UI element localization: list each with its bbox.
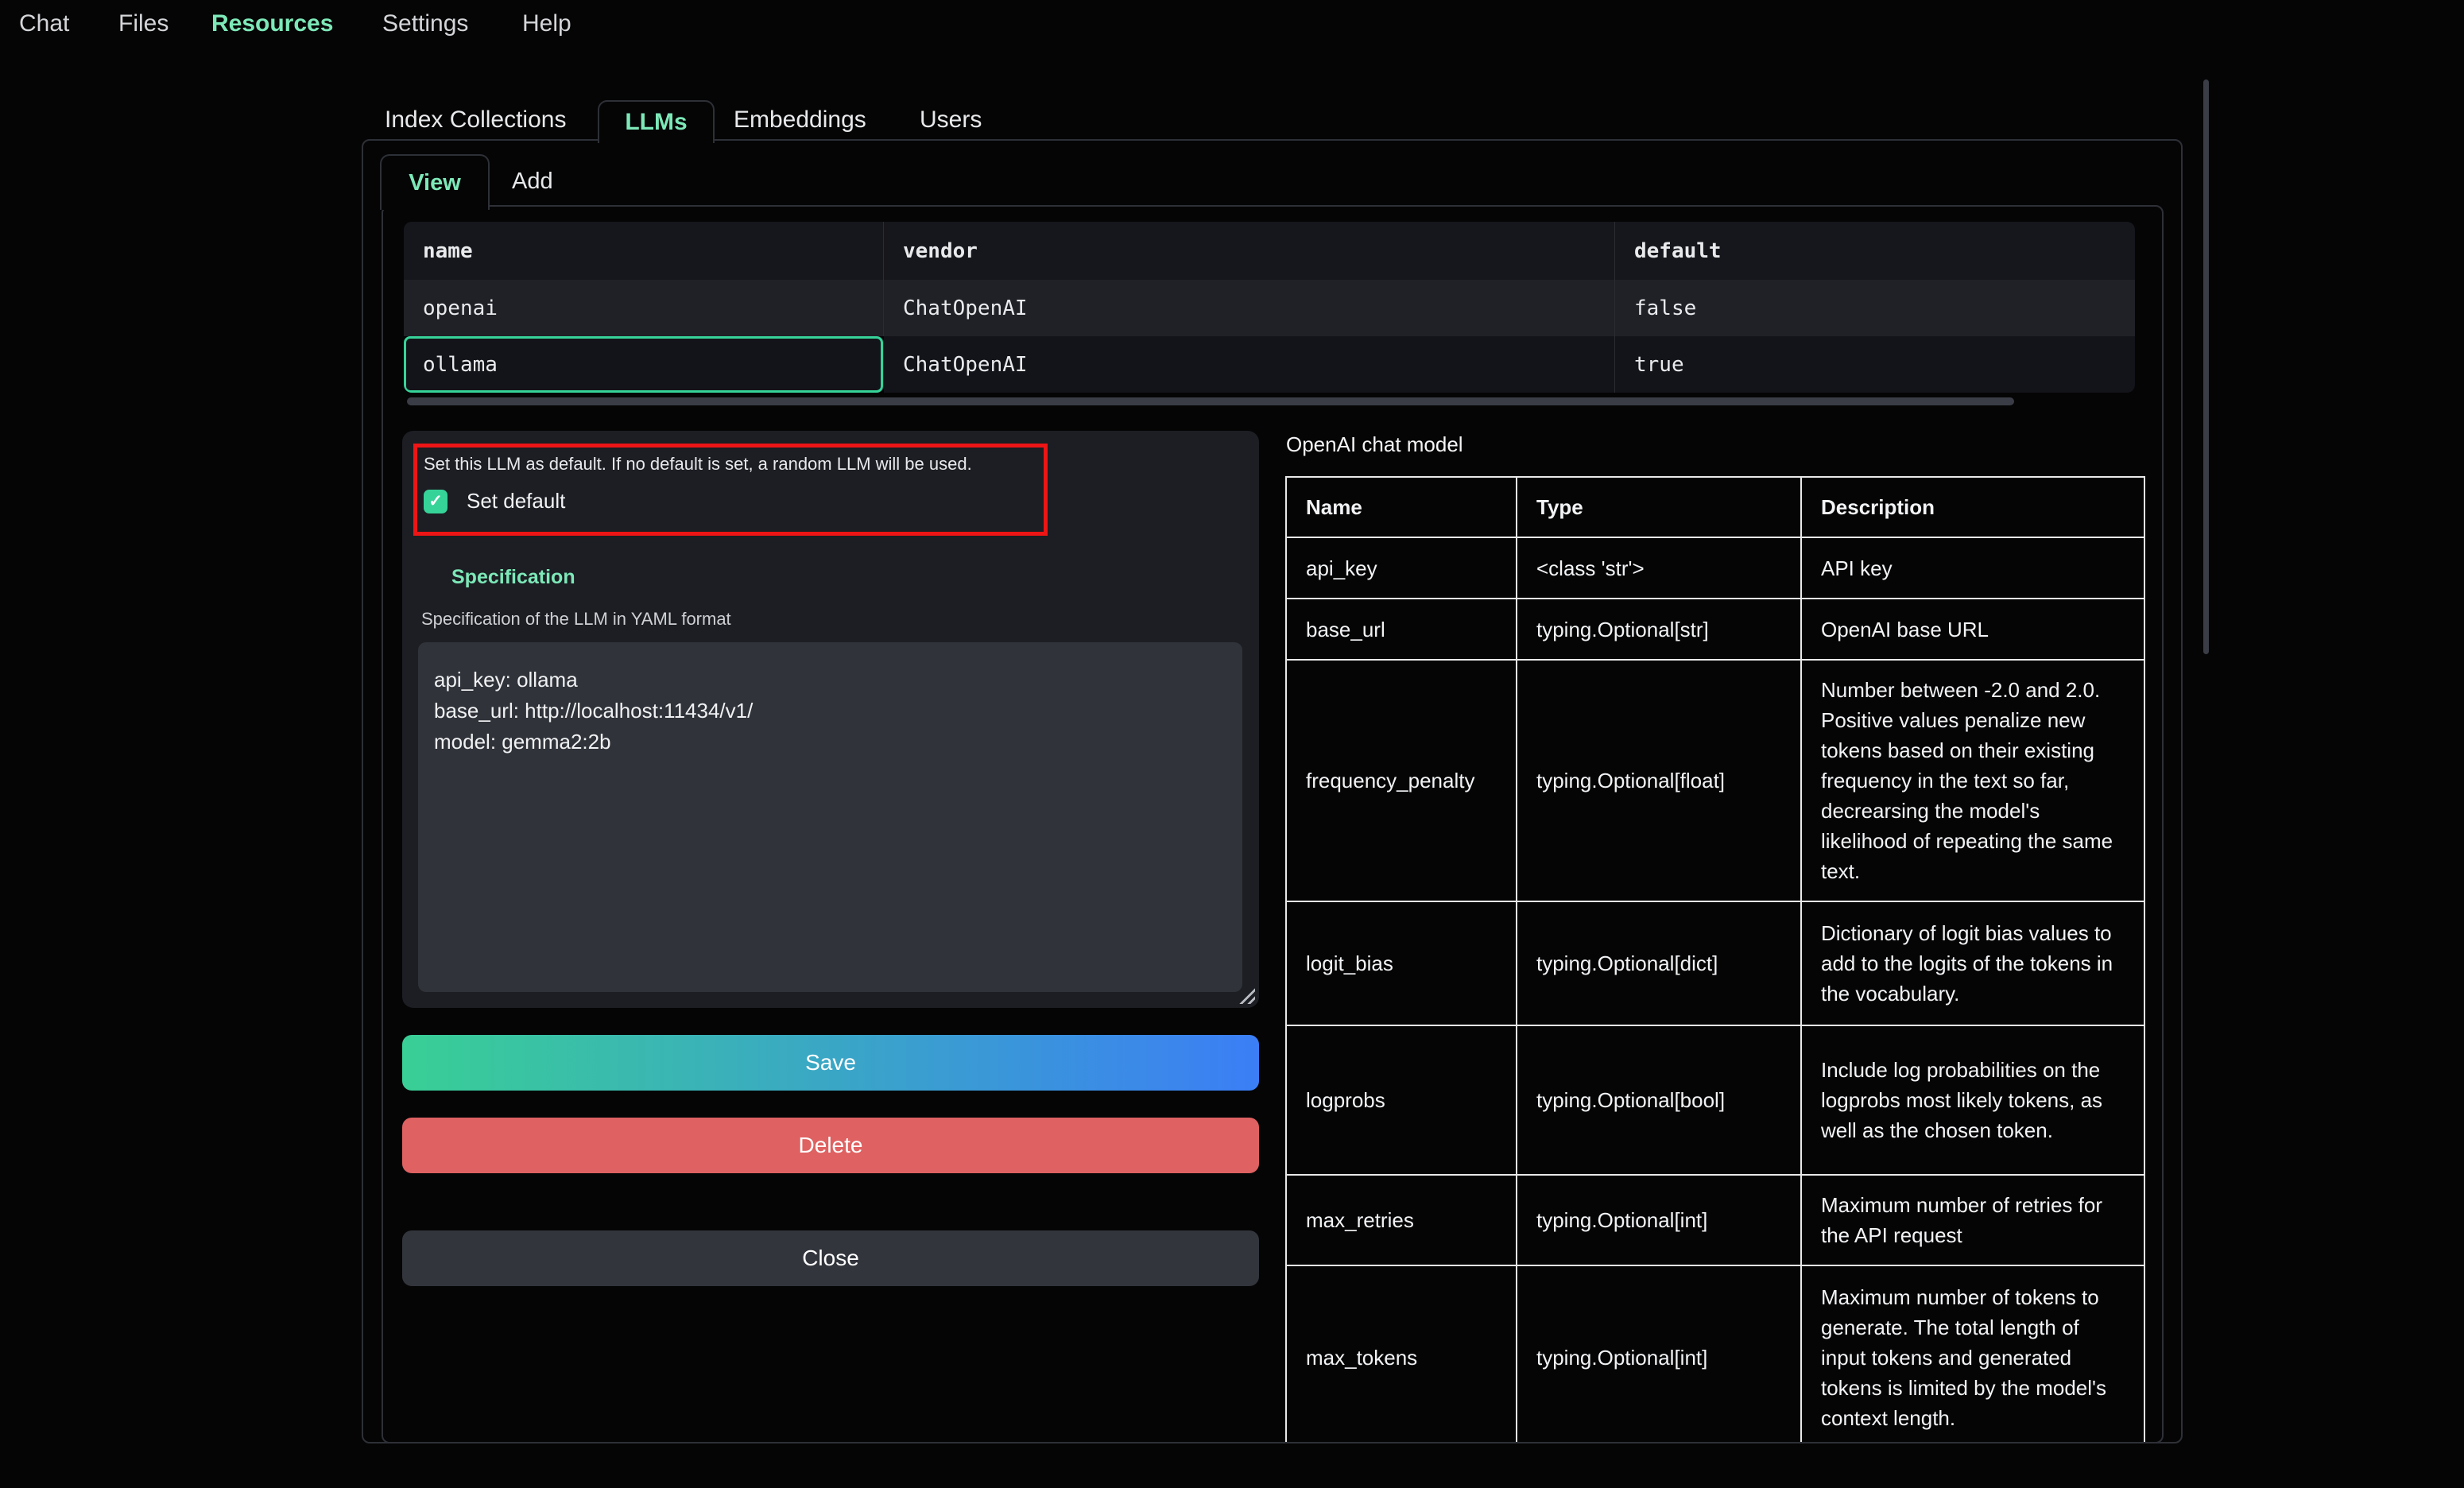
llm-col-vendor[interactable]: vendor <box>884 222 1615 280</box>
set-default-checkbox[interactable]: ✓ <box>424 490 447 513</box>
subtab-view[interactable]: View <box>380 154 490 210</box>
param-name: base_url <box>1286 599 1517 660</box>
model-table-header-row: Name Type Description <box>1286 477 2144 537</box>
llm-row-openai[interactable]: openai ChatOpenAI false <box>404 280 2135 336</box>
delete-button[interactable]: Delete <box>402 1118 1259 1173</box>
model-row-logit-bias: logit_bias typing.Optional[dict] Diction… <box>1286 901 2144 1025</box>
llm-table-header-row: name vendor default <box>404 222 2135 280</box>
page-vertical-scrollbar[interactable] <box>2203 79 2209 654</box>
specification-description: Specification of the LLM in YAML format <box>421 609 731 630</box>
llm-cell-default: true <box>1615 336 2135 393</box>
param-name: api_key <box>1286 537 1517 599</box>
param-type: typing.Optional[int] <box>1517 1265 1801 1443</box>
param-name: max_retries <box>1286 1175 1517 1265</box>
param-description: OpenAI base URL <box>1801 599 2144 660</box>
model-col-type: Type <box>1517 477 1801 537</box>
nav-item-resources[interactable]: Resources <box>211 10 333 37</box>
param-type: typing.Optional[int] <box>1517 1175 1801 1265</box>
param-description: Maximum number of tokens to generate. Th… <box>1801 1265 2144 1443</box>
llm-row-ollama[interactable]: ollama ChatOpenAI true <box>404 336 2135 393</box>
param-description: Include log probabilities on the logprob… <box>1801 1025 2144 1175</box>
subtab-view-label: View <box>409 170 461 196</box>
model-col-name: Name <box>1286 477 1517 537</box>
model-row-base-url: base_url typing.Optional[str] OpenAI bas… <box>1286 599 2144 660</box>
save-button[interactable]: Save <box>402 1035 1259 1091</box>
tab-llms-label: LLMs <box>625 109 687 136</box>
llm-cell-name-selected[interactable]: ollama <box>404 336 884 393</box>
llm-cell-name[interactable]: openai <box>404 280 884 336</box>
app-screen: Chat Files Resources Settings Help Index… <box>0 0 2464 1488</box>
tab-users[interactable]: Users <box>920 107 982 134</box>
param-type: typing.Optional[str] <box>1517 599 1801 660</box>
param-description: API key <box>1801 537 2144 599</box>
model-row-max-tokens: max_tokens typing.Optional[int] Maximum … <box>1286 1265 2144 1443</box>
param-name: logprobs <box>1286 1025 1517 1175</box>
param-type: typing.Optional[float] <box>1517 660 1801 901</box>
default-annotation-box: Set this LLM as default. If no default i… <box>413 444 1048 536</box>
param-description: Maximum number of retries for the API re… <box>1801 1175 2144 1265</box>
model-row-logprobs: logprobs typing.Optional[bool] Include l… <box>1286 1025 2144 1175</box>
param-description: Number between -2.0 and 2.0. Positive va… <box>1801 660 2144 901</box>
param-description: Dictionary of logit bias values to add t… <box>1801 901 2144 1025</box>
checkbox-check-icon: ✓ <box>428 491 443 511</box>
close-button[interactable]: Close <box>402 1230 1259 1286</box>
model-panel-title: OpenAI chat model <box>1286 432 1463 457</box>
resize-handle-icon[interactable] <box>1239 988 1255 1004</box>
default-hint-text: Set this LLM as default. If no default i… <box>424 454 972 475</box>
model-row-api-key: api_key <class 'str'> API key <box>1286 537 2144 599</box>
nav-item-help[interactable]: Help <box>522 10 571 37</box>
nav-item-files[interactable]: Files <box>118 10 169 37</box>
llm-col-name[interactable]: name <box>404 222 884 280</box>
tab-embeddings[interactable]: Embeddings <box>734 107 866 134</box>
set-default-checkbox-row[interactable]: ✓ Set default <box>424 489 565 513</box>
llm-table-horizontal-scrollbar[interactable] <box>407 397 2014 405</box>
nav-item-settings[interactable]: Settings <box>382 10 468 37</box>
model-col-description: Description <box>1801 477 2144 537</box>
llm-cell-vendor: ChatOpenAI <box>884 336 1615 393</box>
llm-list-table: name vendor default openai ChatOpenAI fa… <box>404 222 2135 393</box>
view-tab-panel: name vendor default openai ChatOpenAI fa… <box>382 205 2164 1443</box>
param-type: <class 'str'> <box>1517 537 1801 599</box>
llm-edit-panel: Set this LLM as default. If no default i… <box>402 431 1259 1008</box>
param-type: typing.Optional[dict] <box>1517 901 1801 1025</box>
nav-item-chat[interactable]: Chat <box>19 10 69 37</box>
specification-heading: Specification <box>451 566 575 589</box>
yaml-spec-textarea[interactable]: api_key: ollama base_url: http://localho… <box>418 642 1242 992</box>
llm-cell-default: false <box>1615 280 2135 336</box>
model-row-frequency-penalty: frequency_penalty typing.Optional[float]… <box>1286 660 2144 901</box>
param-type: typing.Optional[bool] <box>1517 1025 1801 1175</box>
llm-cell-vendor: ChatOpenAI <box>884 280 1615 336</box>
subtab-add[interactable]: Add <box>512 169 553 195</box>
tab-index-collections[interactable]: Index Collections <box>385 107 566 134</box>
param-name: max_tokens <box>1286 1265 1517 1443</box>
set-default-label: Set default <box>467 489 565 513</box>
llm-col-default[interactable]: default <box>1615 222 2135 280</box>
model-params-table: Name Type Description api_key <class 'st… <box>1285 476 2145 1443</box>
param-name: logit_bias <box>1286 901 1517 1025</box>
tab-llms[interactable]: LLMs <box>598 100 715 143</box>
param-name: frequency_penalty <box>1286 660 1517 901</box>
model-row-max-retries: max_retries typing.Optional[int] Maximum… <box>1286 1175 2144 1265</box>
